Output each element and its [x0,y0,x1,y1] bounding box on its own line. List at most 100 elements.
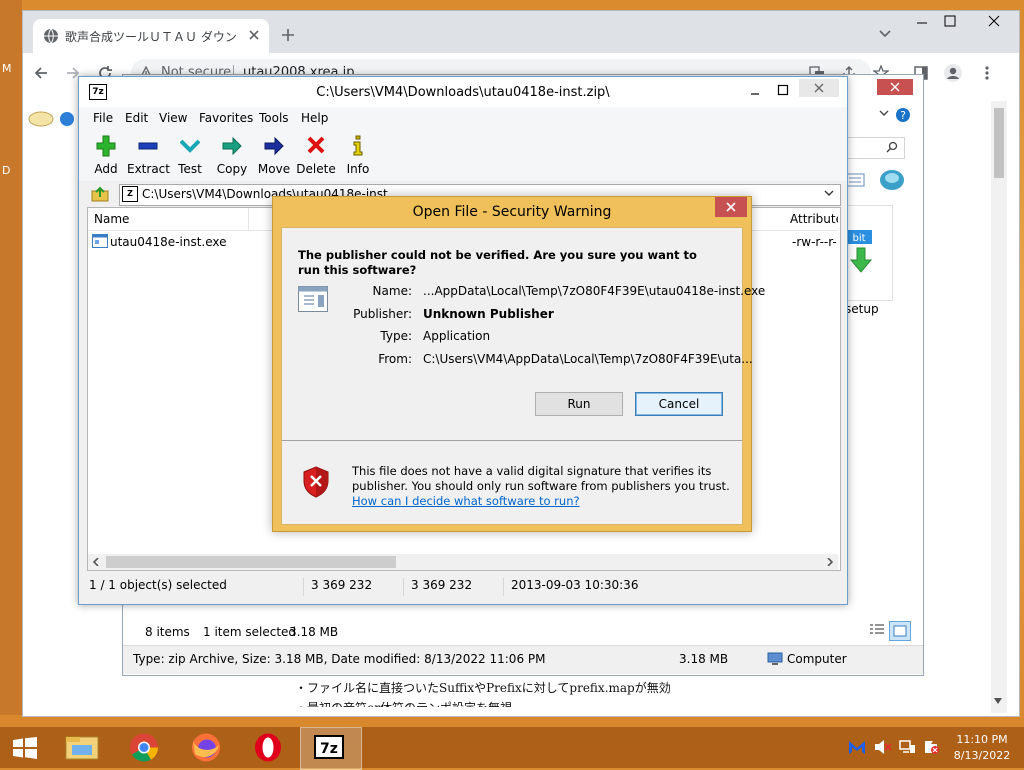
menu-tools[interactable]: Tools [259,111,289,125]
desktop-icon-label-m[interactable]: M [2,62,12,75]
new-tab-icon[interactable] [281,28,295,42]
dialog-divider [282,440,742,441]
copy-label: Copy [216,162,248,176]
delete-button[interactable]: Delete [295,131,337,179]
taskbar-clock-time[interactable]: 11:10 PM [950,733,1014,746]
add-button[interactable]: Add [85,131,127,179]
horizontal-scrollbar[interactable] [88,554,838,570]
folder-up-icon[interactable] [91,185,109,203]
status-packed-size: 3 369 232 [411,578,504,596]
page-line-1: ・ファイル名に直接ついたSuffixやPrefixに対してprefix.mapが… [295,681,671,695]
large-icons-view-icon[interactable] [889,621,911,641]
explorer-item-count: 8 items [145,625,190,639]
chrome-close-icon[interactable] [987,14,1001,28]
run-button[interactable]: Run [535,392,623,416]
sevenzip-maximize-icon[interactable] [777,84,789,96]
file-name-cell[interactable]: utau0418e-inst.exe [110,235,227,249]
dialog-question: The publisher could not be verified. Are… [298,248,697,277]
extract-label: Extract [127,162,170,176]
dialog-titlebar[interactable]: Open File - Security Warning [273,197,751,225]
tab-title: 歌声合成ツールＵＴＡＵ ダウンロー [65,30,237,44]
dialog-title: Open File - Security Warning [412,204,612,220]
page-scroll-thumb[interactable] [994,108,1004,178]
sevenzip-close-button[interactable] [799,79,839,97]
malwarebytes-tray-icon[interactable] [848,739,866,755]
chrome-minimize-icon[interactable] [915,15,929,29]
explorer-expand-icon[interactable] [879,109,889,117]
copy-button[interactable]: Copy [211,131,253,179]
explorer-file-label[interactable]: setup [845,302,879,316]
add-label: Add [94,162,118,176]
info-button[interactable]: Info [337,131,379,179]
chrome-taskbar-icon[interactable] [114,727,174,768]
tab-close-icon[interactable] [247,28,261,42]
menu-help[interactable]: Help [301,111,328,125]
menu-favorites[interactable]: Favorites [199,111,253,125]
delete-label: Delete [296,162,336,176]
explorer-help-icon[interactable]: ? [895,107,911,123]
computer-icon [767,652,783,666]
explorer-selected-count: 1 item selected [203,625,297,639]
test-button[interactable]: Test [169,131,211,179]
name-field-label: Name: [372,284,412,298]
volume-muted-icon[interactable] [874,739,892,755]
dialog-body: The publisher could not be verified. Are… [281,227,765,525]
browser-tab[interactable]: 歌声合成ツールＵＴＡＵ ダウンロー [33,19,269,53]
test-label: Test [178,162,202,176]
move-button[interactable]: Move [253,131,295,179]
scroll-right-icon[interactable] [826,558,834,566]
path-dropdown-icon[interactable] [824,190,834,198]
explorer-details-text: Type: zip Archive, Size: 3.18 MB, Date m… [133,652,546,666]
move-label: Move [257,162,291,176]
explorer-search-icon[interactable] [886,141,898,153]
chrome-maximize-icon[interactable] [943,14,957,28]
help-link[interactable]: How can I decide what software to run? [352,494,580,508]
horizontal-scroll-thumb[interactable] [106,556,396,568]
scroll-left-icon[interactable] [92,558,100,566]
sevenzip-titlebar[interactable]: 7z C:\Users\VM4\Downloads\utau0418e-inst… [79,77,847,107]
tab-search-icon[interactable] [879,30,891,38]
explorer-details-location: Computer [787,652,847,666]
profile-avatar-icon[interactable] [943,63,963,83]
scroll-down-arrow-icon[interactable] [993,697,1003,705]
taskbar: 7z 11:10 PM 8/13/2022 [0,727,1024,770]
cancel-button[interactable]: Cancel [635,392,723,416]
from-field-label: From: [378,352,412,366]
file-explorer-taskbar-icon[interactable] [52,727,112,768]
explorer-search-box[interactable] [847,137,905,159]
column-name-header[interactable]: Name [94,212,129,226]
explorer-close-button[interactable] [877,79,913,95]
desktop-strip [0,0,22,715]
action-center-icon[interactable] [922,739,940,755]
page-scrollbar[interactable] [991,101,1007,713]
extract-button[interactable]: Extract [127,131,170,179]
sevenzip-minimize-icon[interactable] [749,85,761,97]
status-modified: 2013-09-03 10:30:36 [511,578,639,592]
globe-icon [43,28,59,44]
desktop-icon-label-d[interactable]: D [2,164,10,177]
opera-taskbar-icon[interactable] [238,727,298,768]
menu-view[interactable]: View [159,111,187,125]
publisher-field-value: Unknown Publisher [423,307,554,321]
chrome-menu-icon[interactable] [979,65,995,81]
explorer-view-icon[interactable] [845,171,865,189]
menu-file[interactable]: File [93,111,113,125]
explorer-file-tile[interactable]: bit [841,205,893,301]
firefox-taskbar-icon[interactable] [176,727,236,768]
column-attributes-header[interactable]: Attributes [790,212,838,226]
svg-text:7z: 7z [320,741,338,757]
menu-edit[interactable]: Edit [125,111,148,125]
column-divider[interactable] [248,208,249,230]
taskbar-clock-date[interactable]: 8/13/2022 [950,749,1014,762]
details-view-icon[interactable] [869,623,885,637]
start-button-icon[interactable] [12,737,38,759]
svg-text:bit: bit [852,233,865,244]
dialog-close-button[interactable] [715,197,747,217]
back-icon[interactable] [33,65,49,81]
type-field-value: Application [423,329,491,343]
svg-text:?: ? [900,109,906,122]
explorer-shell-icon[interactable] [879,169,905,191]
sevenzip-taskbar-icon[interactable]: 7z [300,727,362,770]
network-tray-icon[interactable] [898,739,916,755]
name-field-value: ...AppData\Local\Temp\7zO80F4F39E\utau04… [423,284,766,298]
